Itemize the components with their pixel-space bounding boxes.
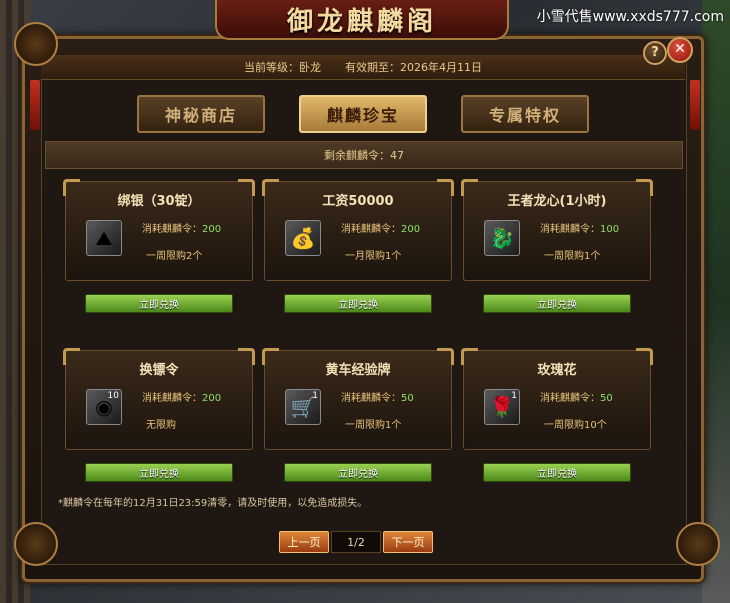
item-cost: 消耗麒麟令：200 (142, 224, 222, 235)
close-button[interactable]: ✕ (667, 37, 693, 63)
expiry-date: 有效期至：2026年4月11日 (345, 61, 482, 74)
escort-token-icon[interactable]: ◉ 10 (86, 389, 122, 425)
exchange-button[interactable]: 立即兑换 (284, 294, 432, 313)
remaining-tokens: 剩余麒麟令：47 (45, 141, 683, 169)
window-title: 御龙麒麟阁 (286, 6, 437, 37)
item-limit: 一周限购1个 (345, 420, 402, 431)
watermark: 小雪代售www.xxds777.com (536, 9, 724, 25)
item-card: 黄车经验牌 🛒 1 消耗麒麟令：50 一周限购1个 (262, 348, 454, 450)
item-card: 王者龙心(1小时) 🐉 消耗麒麟令：100 一周限购1个 (461, 179, 653, 281)
tab-mystery-shop[interactable]: 神秘商店 (137, 95, 265, 133)
item-cost: 消耗麒麟令：100 (540, 224, 620, 235)
item-card: 工资50000 💰 消耗麒麟令：200 一月限购1个 (262, 179, 454, 281)
item-limit: 一周限购2个 (146, 251, 203, 262)
item-card: 绑银（30锭） ⛰ 消耗麒麟令：200 一周限购2个 (63, 179, 255, 281)
silver-ingot-icon[interactable]: ⛰ (86, 220, 122, 256)
exchange-button[interactable]: 立即兑换 (483, 294, 631, 313)
exchange-button[interactable]: 立即兑换 (284, 463, 432, 482)
gold-bag-icon[interactable]: 💰 (285, 220, 321, 256)
item-limit: 一周限购1个 (544, 251, 601, 262)
tab-bar: 神秘商店 麒麟珍宝 专属特权 (41, 91, 685, 135)
item-name: 黄车经验牌 (325, 363, 391, 378)
item-card: 换镖令 ◉ 10 消耗麒麟令：200 无限购 (63, 348, 255, 450)
tab-qilin-treasure[interactable]: 麒麟珍宝 (299, 95, 427, 133)
current-level: 当前等级：卧龙 (244, 61, 321, 74)
item-card: 玫瑰花 🌹 1 消耗麒麟令：50 一周限购10个 (461, 348, 653, 450)
dragon-heart-icon[interactable]: 🐉 (484, 220, 520, 256)
item-cost: 消耗麒麟令：200 (142, 393, 222, 404)
prev-page-button[interactable]: 上一页 (279, 531, 329, 553)
rose-icon[interactable]: 🌹 1 (484, 389, 520, 425)
dragon-corner-decoration (14, 22, 58, 66)
item-cost: 消耗麒麟令：50 (540, 393, 613, 404)
dragon-corner-decoration (676, 522, 720, 566)
exchange-button[interactable]: 立即兑换 (85, 294, 233, 313)
cart-card-icon[interactable]: 🛒 1 (285, 389, 321, 425)
exchange-button[interactable]: 立即兑换 (85, 463, 233, 482)
page-indicator: 1/2 (331, 531, 381, 553)
item-cost: 消耗麒麟令：200 (341, 224, 421, 235)
item-name: 换镖令 (139, 363, 179, 378)
item-limit: 一周限购10个 (544, 420, 607, 431)
reset-note: *麒麟令在每年的12月31日23:59清零，请及时使用，以免造成损失。 (58, 498, 368, 509)
exchange-button[interactable]: 立即兑换 (483, 463, 631, 482)
next-page-button[interactable]: 下一页 (383, 531, 433, 553)
item-limit: 无限购 (146, 420, 176, 431)
window-title-plate: 御龙麒麟阁 (215, 0, 509, 40)
tab-exclusive-privilege[interactable]: 专属特权 (461, 95, 589, 133)
dragon-corner-decoration (14, 522, 58, 566)
item-name: 玫瑰花 (537, 363, 577, 378)
item-name: 工资50000 (322, 194, 394, 209)
tassel-left-decoration (30, 80, 40, 130)
item-limit: 一月限购1个 (345, 251, 402, 262)
item-cost: 消耗麒麟令：50 (341, 393, 414, 404)
tassel-right-decoration (690, 80, 700, 130)
background-right (702, 0, 730, 603)
help-button[interactable]: ? (643, 41, 667, 65)
status-header: 当前等级：卧龙 有效期至：2026年4月11日 (41, 55, 685, 80)
item-name: 绑银（30锭） (117, 194, 201, 209)
item-name: 王者龙心(1小时) (507, 194, 607, 209)
